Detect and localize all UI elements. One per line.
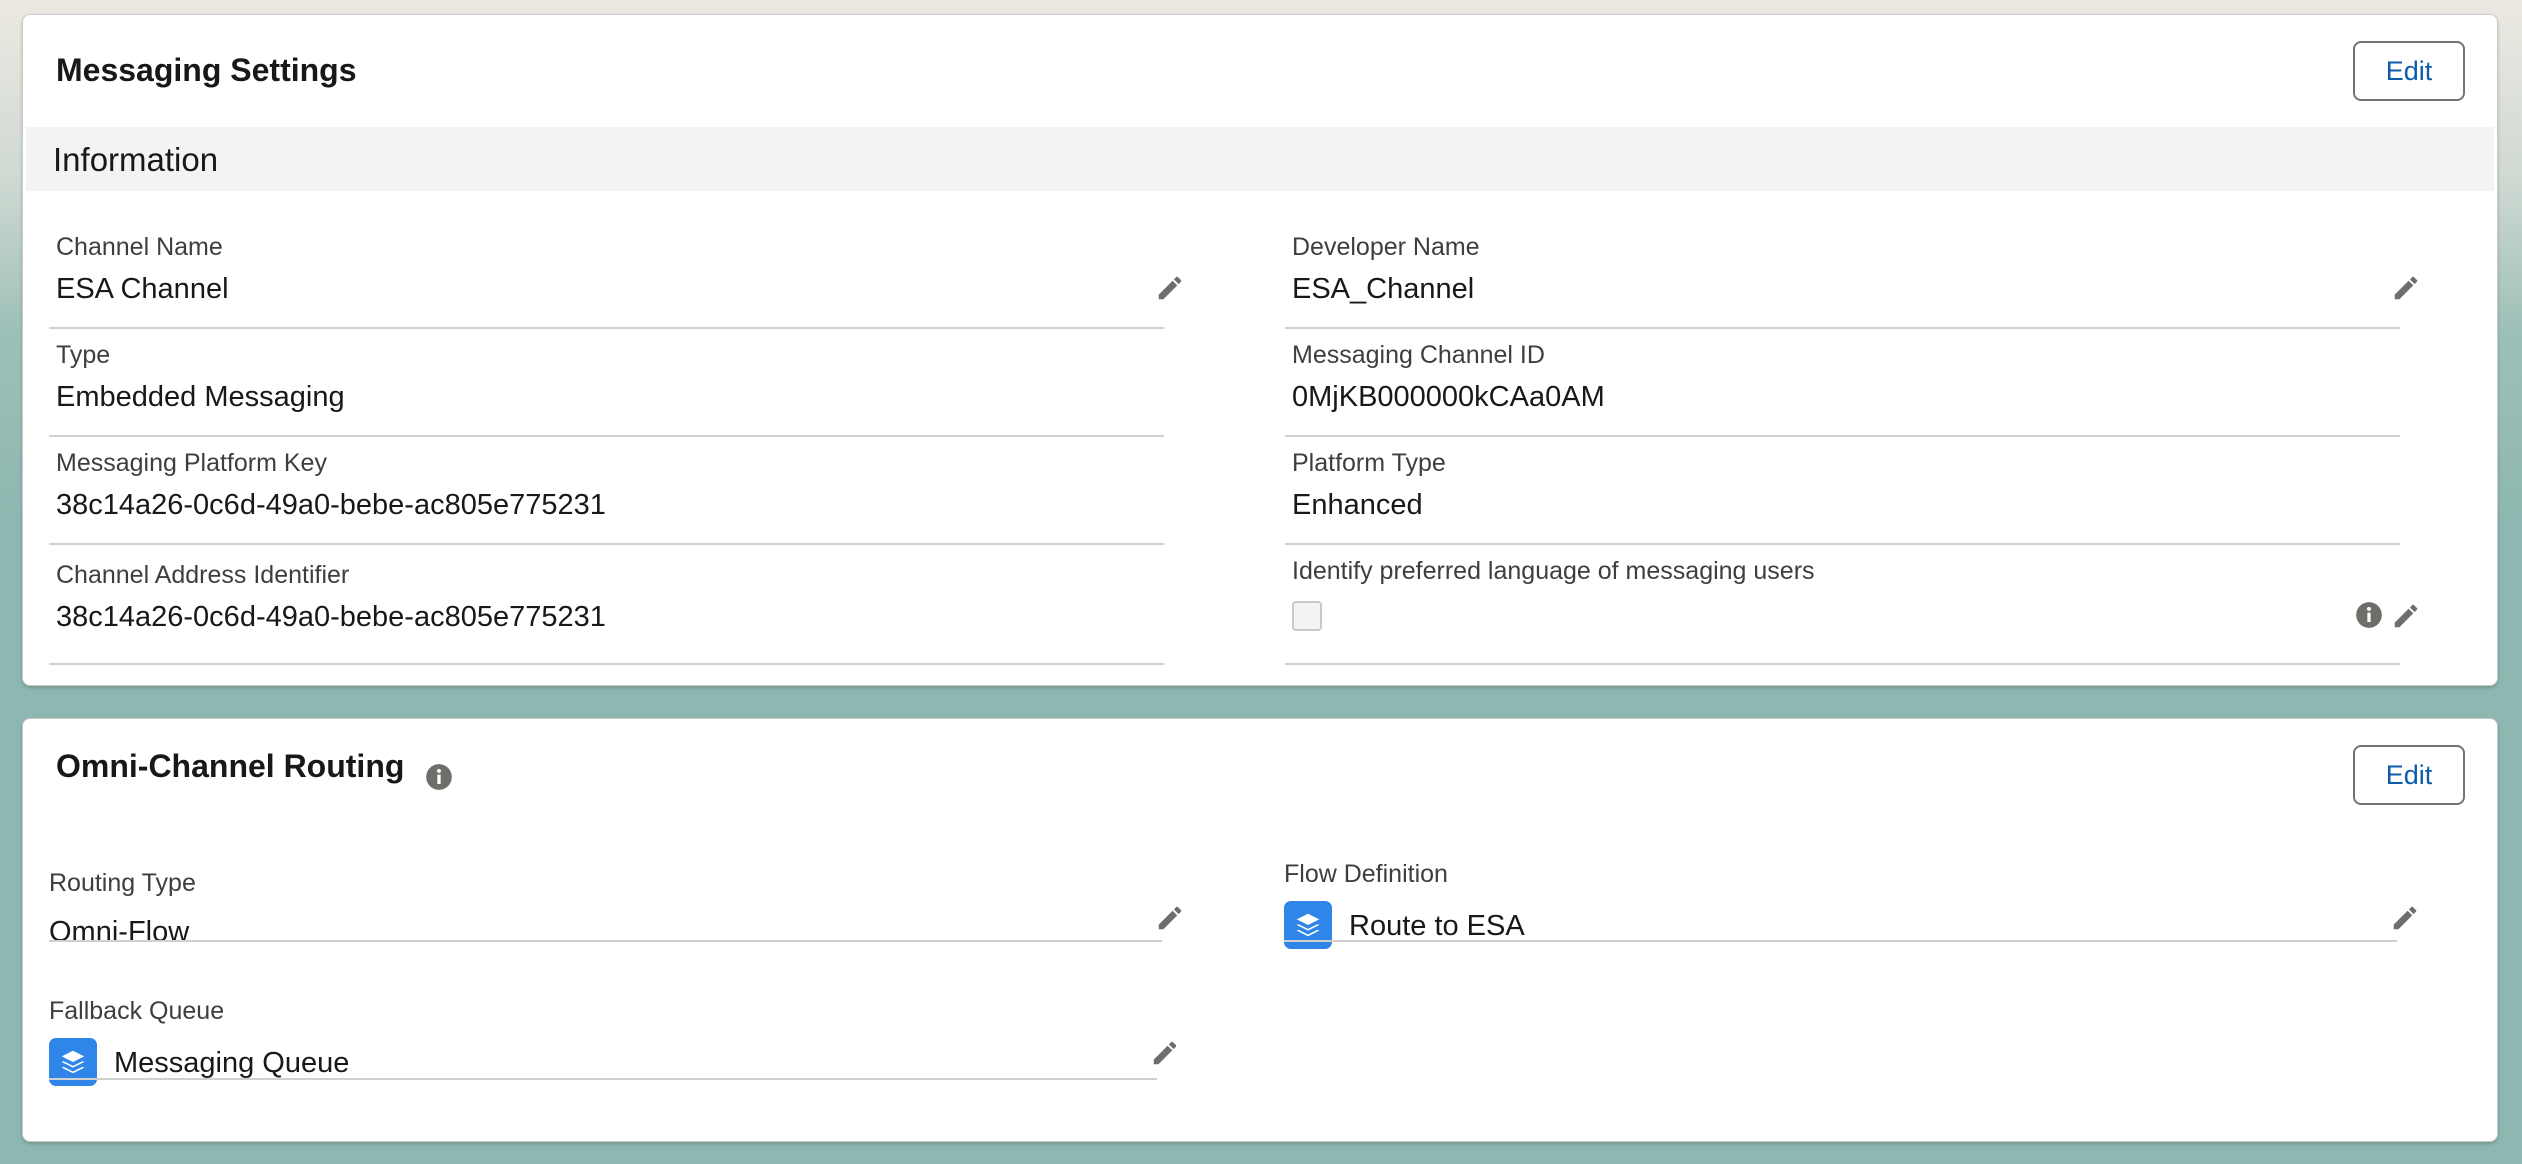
info-icon[interactable] xyxy=(2355,601,2383,629)
messaging-settings-edit-button[interactable]: Edit xyxy=(2353,41,2465,101)
messaging-channel-id-field: Messaging Channel ID 0MjKB000000kCAa0AM xyxy=(1285,327,2400,437)
fallback-queue-field: Fallback Queue Messaging Queue xyxy=(49,997,1177,1112)
fallback-queue-label: Fallback Queue xyxy=(49,997,225,1025)
edit-pencil-icon[interactable] xyxy=(2391,601,2421,631)
routing-type-label: Routing Type xyxy=(49,869,196,897)
edit-pencil-icon[interactable] xyxy=(1150,1038,1180,1068)
edit-pencil-icon[interactable] xyxy=(2390,903,2420,933)
messaging-platform-key-value: 38c14a26-0c6d-49a0-bebe-ac805e775231 xyxy=(56,489,606,521)
routing-type-value: Omni-Flow xyxy=(49,916,190,948)
edit-pencil-icon[interactable] xyxy=(2391,273,2421,303)
identify-preferred-language-field: Identify preferred language of messaging… xyxy=(1285,543,2418,665)
type-field: Type Embedded Messaging xyxy=(49,327,1164,437)
field-divider xyxy=(1284,940,2397,942)
messaging-channel-id-value: 0MjKB000000kCAa0AM xyxy=(1292,381,1605,413)
channel-name-field: Channel Name ESA Channel xyxy=(49,219,1182,329)
field-divider xyxy=(1285,663,2400,665)
edit-pencil-icon[interactable] xyxy=(1155,903,1185,933)
type-label: Type xyxy=(56,341,111,369)
omni-channel-routing-edit-button[interactable]: Edit xyxy=(2353,745,2465,805)
identify-preferred-language-checkbox[interactable] xyxy=(1292,601,1322,631)
developer-name-value: ESA_Channel xyxy=(1292,273,1475,305)
identify-preferred-language-label: Identify preferred language of messaging… xyxy=(1292,557,1815,585)
messaging-platform-key-label: Messaging Platform Key xyxy=(56,449,327,477)
channel-address-identifier-field: Channel Address Identifier 38c14a26-0c6d… xyxy=(49,543,1164,665)
platform-type-field: Platform Type Enhanced xyxy=(1285,435,2400,545)
type-value: Embedded Messaging xyxy=(56,381,345,413)
flow-definition-value[interactable]: Route to ESA xyxy=(1349,910,1525,943)
edit-pencil-icon[interactable] xyxy=(1155,273,1185,303)
messaging-channel-id-label: Messaging Channel ID xyxy=(1292,341,1545,369)
flow-definition-label: Flow Definition xyxy=(1284,860,1448,888)
field-divider xyxy=(49,1078,1157,1080)
information-section-title: Information xyxy=(53,141,219,178)
routing-type-field: Routing Type Omni-Flow xyxy=(49,869,1182,975)
messaging-settings-card: Messaging Settings Edit Information Chan… xyxy=(22,14,2498,686)
messaging-settings-title: Messaging Settings xyxy=(56,52,357,88)
developer-name-label: Developer Name xyxy=(1292,233,1480,261)
developer-name-field: Developer Name ESA_Channel xyxy=(1285,219,2418,329)
platform-type-value: Enhanced xyxy=(1292,489,1423,521)
omni-channel-routing-title: Omni-Channel Routing xyxy=(56,748,405,784)
platform-type-label: Platform Type xyxy=(1292,449,1446,477)
info-icon[interactable] xyxy=(425,763,453,791)
channel-name-label: Channel Name xyxy=(56,233,223,261)
fallback-queue-value[interactable]: Messaging Queue xyxy=(114,1047,349,1080)
channel-address-identifier-value: 38c14a26-0c6d-49a0-bebe-ac805e775231 xyxy=(56,601,606,633)
channel-address-identifier-label: Channel Address Identifier xyxy=(56,561,350,589)
omni-channel-routing-card: Omni-Channel Routing Edit Routing Type O… xyxy=(22,718,2498,1142)
field-divider xyxy=(49,940,1162,942)
field-divider xyxy=(49,663,1164,665)
messaging-platform-key-field: Messaging Platform Key 38c14a26-0c6d-49a… xyxy=(49,435,1164,545)
channel-name-value: ESA Channel xyxy=(56,273,229,305)
flow-definition-field: Flow Definition Route to ESA xyxy=(1284,860,2417,975)
information-section-header: Information xyxy=(26,127,2494,191)
